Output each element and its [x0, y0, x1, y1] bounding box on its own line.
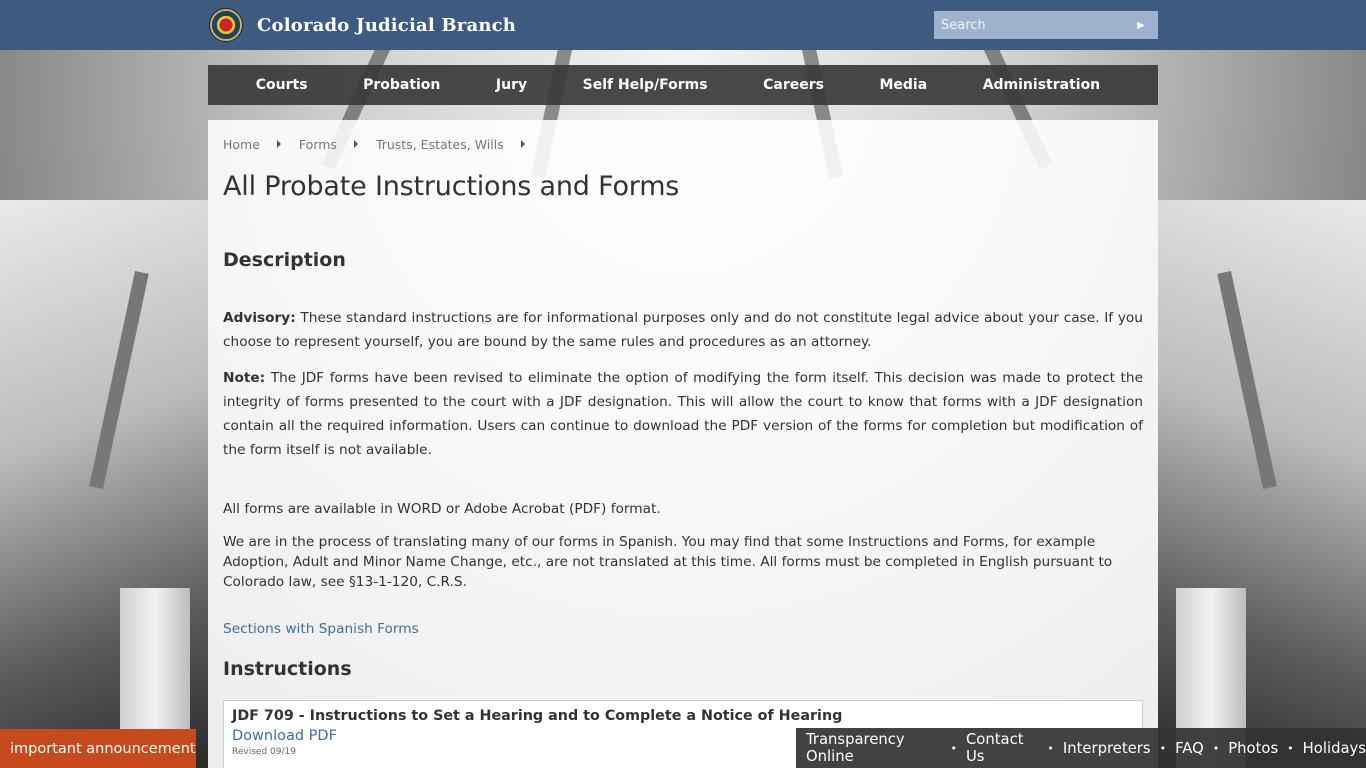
advisory-text: These standard instructions are for info…	[223, 310, 1143, 350]
main-navigation: Courts Probation Jury Self Help/Forms Ca…	[208, 65, 1158, 105]
footer-link-photos[interactable]: Photos	[1228, 740, 1278, 757]
breadcrumb-trusts-estates-wills[interactable]: Trusts, Estates, Wills	[376, 137, 504, 152]
nav-item-administration[interactable]: Administration	[983, 77, 1100, 93]
formats-paragraph: All forms are available in WORD or Adobe…	[223, 501, 661, 517]
form-title: JDF 709 - Instructions to Set a Hearing …	[232, 708, 843, 724]
note-text: The JDF forms have been revised to elimi…	[223, 370, 1143, 458]
footer-separator-dot: •	[1159, 741, 1167, 755]
spanish-paragraph: We are in the process of translating man…	[223, 534, 1113, 590]
footer-separator-dot: •	[1287, 741, 1294, 755]
court-seal-icon	[209, 8, 243, 42]
advisory-label: Advisory:	[223, 310, 296, 326]
nav-item-courts[interactable]: Courts	[256, 77, 308, 93]
breadcrumb-separator-icon	[520, 140, 525, 148]
footer-separator-dot: •	[1212, 741, 1220, 755]
footer-quick-links: Transparency Online • Contact Us • Inter…	[796, 728, 1366, 768]
description-heading: Description	[223, 249, 346, 271]
footer-link-transparency-online[interactable]: Transparency Online	[806, 731, 941, 765]
breadcrumb-separator-icon	[353, 140, 358, 148]
footer-link-interpreters[interactable]: Interpreters	[1063, 740, 1151, 757]
nav-item-careers[interactable]: Careers	[763, 77, 824, 93]
page-title: All Probate Instructions and Forms	[223, 171, 680, 202]
caret-right-icon: ▶	[1137, 19, 1145, 31]
advisory-paragraph: Advisory: These standard instructions ar…	[223, 306, 1143, 354]
nav-item-media[interactable]: Media	[879, 77, 927, 93]
site-header: Colorado Judicial Branch ▶	[0, 0, 1366, 50]
breadcrumb-separator-icon	[276, 140, 281, 148]
nav-item-jury[interactable]: Jury	[496, 77, 527, 93]
note-paragraph: Note: The JDF forms have been revised to…	[223, 366, 1143, 462]
footer-separator-dot: •	[1047, 741, 1054, 755]
footer-link-contact-us[interactable]: Contact Us	[966, 731, 1038, 765]
brand-logo-link[interactable]: Colorado Judicial Branch	[209, 8, 516, 42]
main-content: Home Forms Trusts, Estates, Wills All Pr…	[208, 120, 1158, 768]
nav-item-probation[interactable]: Probation	[363, 77, 440, 93]
note-label: Note:	[223, 370, 266, 386]
footer-link-faq[interactable]: FAQ	[1175, 740, 1204, 757]
footer-separator-dot: •	[950, 741, 957, 755]
footer-link-holidays[interactable]: Holidays	[1303, 740, 1366, 757]
instructions-heading: Instructions	[223, 658, 352, 680]
breadcrumb: Home Forms Trusts, Estates, Wills	[223, 137, 1143, 152]
important-announcement-button[interactable]: important announcement	[0, 729, 196, 768]
brand-name: Colorado Judicial Branch	[257, 14, 517, 36]
search-input[interactable]	[934, 11, 1124, 39]
breadcrumb-home[interactable]: Home	[223, 137, 260, 152]
breadcrumb-forms[interactable]: Forms	[299, 137, 337, 152]
search-box: ▶	[934, 11, 1158, 39]
search-submit-button[interactable]: ▶	[1124, 11, 1158, 39]
nav-item-self-help-forms[interactable]: Self Help/Forms	[583, 77, 708, 93]
spanish-forms-link[interactable]: Sections with Spanish Forms	[223, 621, 1143, 637]
